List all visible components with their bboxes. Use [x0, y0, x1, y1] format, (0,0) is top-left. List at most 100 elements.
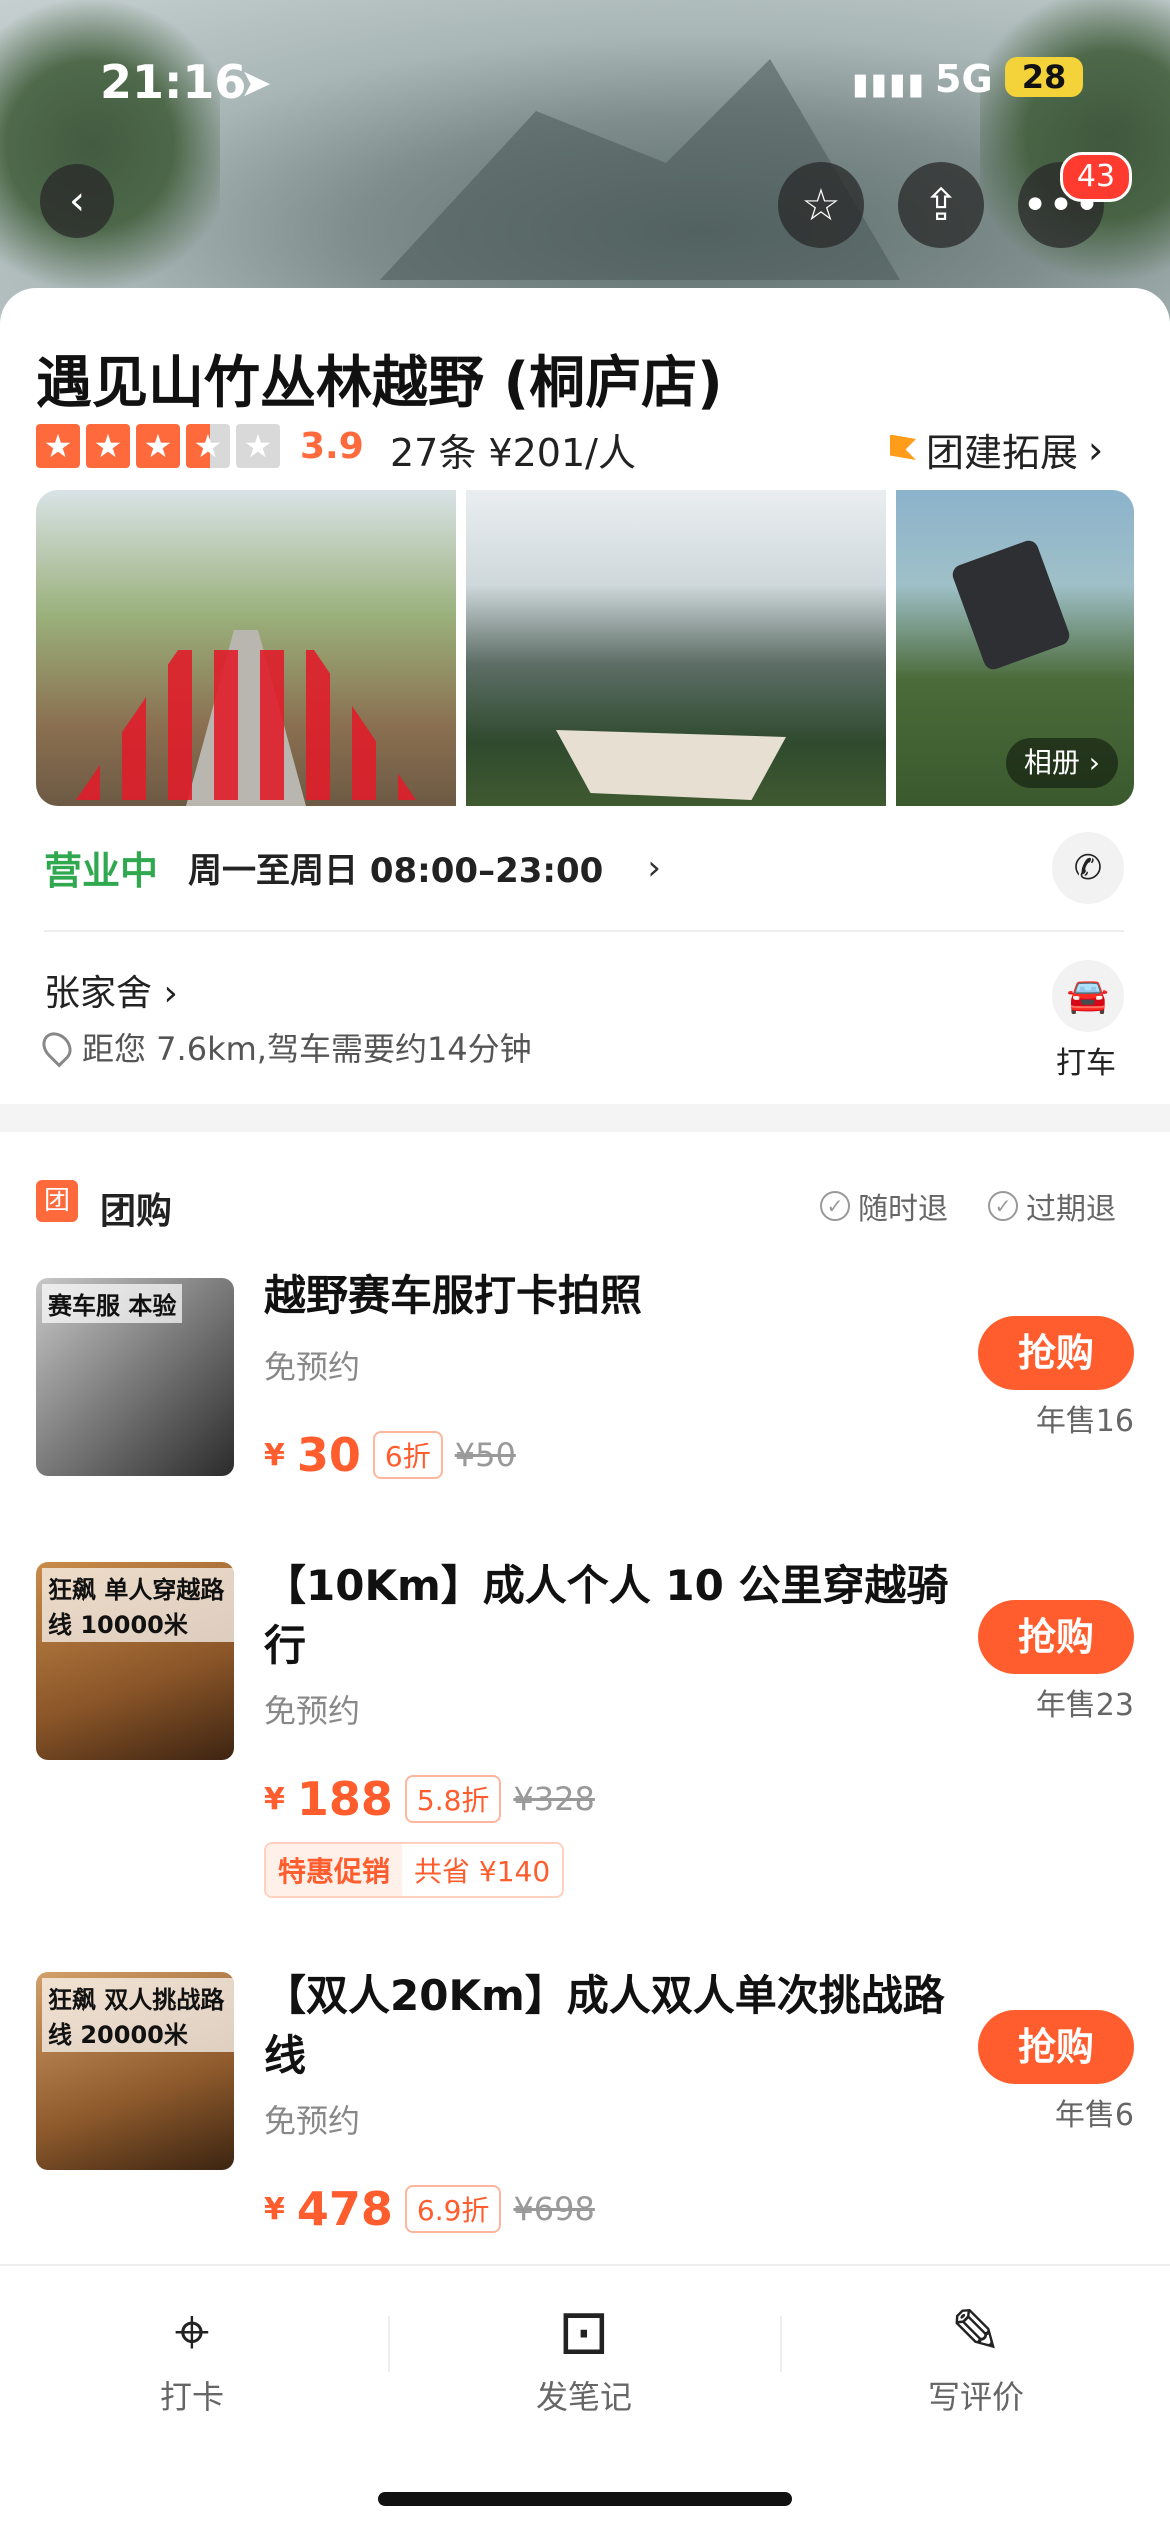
notification-badge: 43: [1060, 152, 1132, 202]
annual-sales: 年售16: [1035, 1404, 1134, 1439]
chevron-right-icon: ›: [1088, 427, 1104, 472]
annual-sales: 年售23: [1035, 1688, 1134, 1723]
tab-label: 发笔记: [535, 2378, 632, 2416]
category-link[interactable]: 团建拓展 ›: [890, 422, 1103, 477]
taxi-button[interactable]: 🚘: [1052, 960, 1124, 1032]
location-pin-icon: ⌖: [174, 2295, 210, 2368]
tree-shape: [0, 0, 220, 310]
category-label: 团建拓展: [926, 431, 1079, 475]
star-icon: ★: [86, 424, 130, 468]
price-value: 30: [296, 1428, 361, 1482]
thumbnail-text: 赛车服 本验: [42, 1284, 183, 1323]
location-arrow-icon: ➤: [240, 61, 272, 105]
photo-strip[interactable]: 相册 ›: [36, 490, 1134, 806]
photo-3[interactable]: 相册 ›: [896, 490, 1134, 806]
policy-label: 随时退: [858, 1192, 948, 1227]
deal-subtitle: 免预约: [264, 2102, 361, 2140]
buy-button[interactable]: 抢购: [978, 2010, 1134, 2084]
divider: [44, 930, 1124, 932]
album-button[interactable]: 相册 ›: [1005, 738, 1118, 788]
tab-divider: [780, 2316, 782, 2372]
buy-button[interactable]: 抢购: [978, 1600, 1134, 1674]
currency-symbol: ¥: [264, 1781, 285, 1817]
deal-title: 【双人20Km】成人双人单次挑战路线: [264, 1971, 945, 2080]
reviews-price[interactable]: 27条 ¥201/人: [390, 422, 636, 477]
deal-subtitle: 免预约: [264, 1348, 361, 1386]
swing-shape: [949, 537, 1073, 673]
tab-write-review[interactable]: ✎ 写评价: [826, 2292, 1126, 2418]
favorite-button[interactable]: ☆: [778, 162, 864, 248]
promo-tag[interactable]: 特惠促销 共省 ¥140: [264, 1842, 565, 1898]
star-icon: ★: [36, 424, 80, 468]
section-separator: [0, 1104, 1170, 1132]
car-icon: 🚘: [1066, 976, 1110, 1016]
address-text: 张家舍: [44, 973, 153, 1014]
tab-post-note[interactable]: ⊡ 发笔记: [434, 2292, 734, 2418]
phone-icon: ✆: [1073, 848, 1103, 888]
tab-label: 写评价: [927, 2378, 1024, 2416]
address[interactable]: 张家舍 ›: [44, 964, 178, 1016]
share-button[interactable]: ⇪: [898, 162, 984, 248]
battery-level: 28: [1005, 57, 1083, 97]
back-icon: ‹: [69, 178, 85, 224]
original-price: ¥50: [454, 1436, 516, 1474]
photo-1[interactable]: [36, 490, 456, 806]
back-button[interactable]: ‹: [40, 164, 114, 238]
annual-sales: 年售6: [1054, 2098, 1134, 2133]
currency-symbol: ¥: [264, 2191, 285, 2227]
tent-shape: [556, 730, 786, 800]
discount-badge: 5.8折: [404, 1775, 502, 1823]
album-label: 相册: [1023, 746, 1080, 779]
distance-info: 距您 7.6km,驾车需要约14分钟: [36, 1024, 532, 1070]
thumbnail-text: 狂飙 单人穿越路线 10000米: [42, 1568, 234, 1642]
buy-button[interactable]: 抢购: [978, 1316, 1134, 1390]
chevron-right-icon: ›: [647, 847, 661, 888]
hours-text: 周一至周日 08:00–23:00: [188, 851, 604, 891]
network-type: 5G: [935, 57, 993, 101]
business-hours[interactable]: 营业中 周一至周日 08:00–23:00 ›: [44, 840, 661, 895]
thumbnail-text: 狂飙 双人挑战路线 20000米: [42, 1978, 234, 2052]
price-value: 188: [296, 1772, 393, 1826]
chevron-right-icon: ›: [1088, 746, 1100, 779]
flag-icon: [890, 434, 916, 460]
shop-title: 遇见山竹丛林越野 (桐庐店): [36, 351, 723, 416]
open-status: 营业中: [44, 849, 159, 893]
original-price: ¥698: [513, 2190, 595, 2228]
policy-label: 过期退: [1026, 1192, 1116, 1227]
deal-thumbnail: 赛车服 本验: [36, 1278, 234, 1476]
status-bar: 21:16 ➤ ▮▮▮▮ 5G 28: [0, 55, 1170, 115]
edit-review-icon: ✎: [950, 2295, 1002, 2368]
discount-badge: 6折: [372, 1431, 443, 1479]
group-buy-title: 团购: [100, 1191, 173, 1232]
group-buy-icon: 团: [36, 1180, 78, 1222]
tab-checkin[interactable]: ⌖ 打卡: [42, 2292, 342, 2418]
phone-button[interactable]: ✆: [1052, 832, 1124, 904]
star-icon: ☆: [801, 179, 841, 231]
discount-badge: 6.9折: [404, 2185, 502, 2233]
deal-price: ¥30 6折 ¥50: [264, 1428, 516, 1482]
tree-shape: [980, 0, 1170, 300]
check-circle-icon: ✓: [988, 1191, 1018, 1221]
deal-subtitle: 免预约: [264, 1692, 361, 1730]
star-half-icon: ★: [186, 424, 230, 468]
promo-label: 特惠促销: [266, 1844, 403, 1896]
star-icon: ★: [136, 424, 180, 468]
share-icon: ⇪: [922, 179, 960, 231]
deal-thumbnail: 狂飙 单人穿越路线 10000米: [36, 1562, 234, 1760]
tab-divider: [388, 2316, 390, 2372]
deal-title: 【10Km】成人个人 10 公里穿越骑行: [264, 1561, 949, 1670]
deal-thumbnail: 狂飙 双人挑战路线 20000米: [36, 1972, 234, 2170]
deal-price: ¥188 5.8折 ¥328: [264, 1772, 595, 1826]
policy-refund-expired: ✓ 过期退: [988, 1184, 1116, 1228]
star-empty-icon: ★: [236, 424, 280, 468]
policy-refund-anytime: ✓ 随时退: [820, 1184, 948, 1228]
hero-image: [0, 0, 1170, 330]
tab-label: 打卡: [159, 2378, 224, 2416]
price-value: 478: [296, 2182, 393, 2236]
check-circle-icon: ✓: [820, 1191, 850, 1221]
chevron-right-icon: ›: [163, 973, 178, 1014]
photo-2[interactable]: [466, 490, 886, 806]
status-time: 21:16: [100, 55, 247, 109]
taxi-label[interactable]: 打车: [1056, 1038, 1116, 1082]
signal-icon: ▮▮▮▮: [852, 67, 927, 102]
